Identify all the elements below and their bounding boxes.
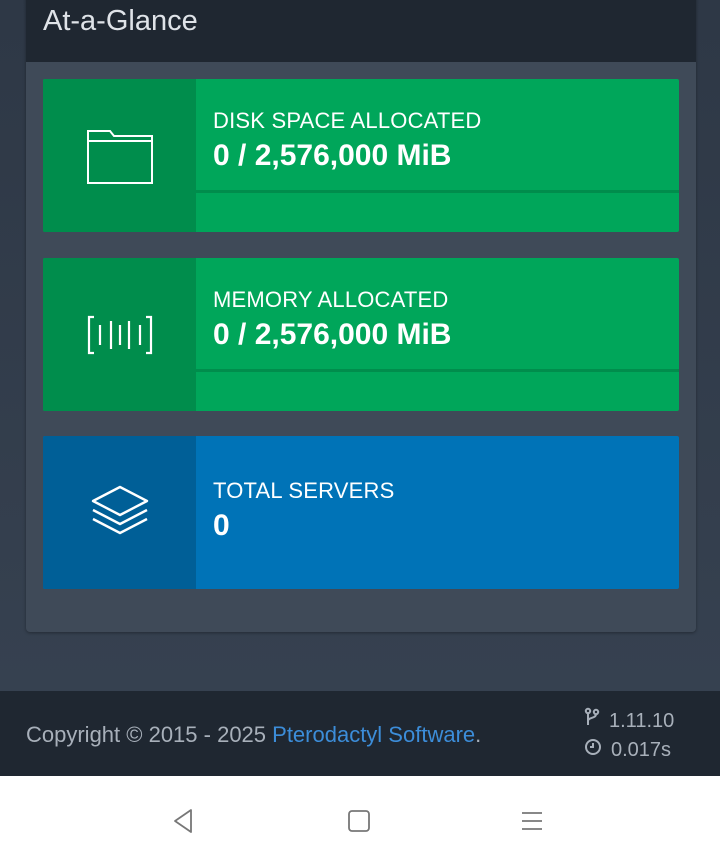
memory-icon (43, 258, 196, 411)
panel-title: At-a-Glance (43, 5, 198, 37)
code-branch-icon (584, 707, 609, 736)
disk-space-value: 0 / 2,576,000 MiB (213, 139, 452, 172)
android-navigation-bar (0, 776, 720, 864)
disk-space-text: DISK SPACE ALLOCATED 0 / 2,576,000 MiB (196, 79, 679, 232)
memory-value: 0 / 2,576,000 MiB (213, 318, 452, 351)
copyright-prefix: Copyright © 2015 - 2025 (26, 722, 273, 747)
copyright-text: Copyright © 2015 - 2025 Pterodactyl Soft… (26, 721, 481, 749)
memory-text: MEMORY ALLOCATED 0 / 2,576,000 MiB (196, 258, 679, 411)
at-a-glance-panel: At-a-Glance DISK SPACE ALLOCATED 0 / 2,5… (26, 0, 696, 632)
memory-progress (196, 369, 679, 372)
render-time-text: 0.017s (611, 739, 672, 761)
version-text: 1.11.10 (609, 710, 675, 732)
home-icon[interactable] (344, 806, 374, 836)
memory-label: MEMORY ALLOCATED (213, 287, 449, 312)
company-link[interactable]: Pterodactyl Software (272, 722, 475, 747)
layers-icon (43, 436, 196, 589)
total-servers-label: TOTAL SERVERS (213, 478, 395, 503)
copyright-suffix: . (475, 722, 482, 747)
disk-space-card: DISK SPACE ALLOCATED 0 / 2,576,000 MiB (43, 79, 679, 232)
clock-icon (584, 736, 611, 765)
content-area: At-a-Glance DISK SPACE ALLOCATED 0 / 2,5… (0, 0, 720, 691)
folder-icon (43, 79, 196, 232)
panel-header: At-a-Glance (26, 0, 696, 62)
total-servers-text: TOTAL SERVERS 0 (196, 436, 679, 589)
total-servers-value: 0 (213, 509, 230, 542)
total-servers-card: TOTAL SERVERS 0 (43, 436, 679, 589)
memory-card: MEMORY ALLOCATED 0 / 2,576,000 MiB (43, 258, 679, 411)
footer-meta: 1.11.10 0.017s (584, 707, 674, 765)
disk-space-label: DISK SPACE ALLOCATED (213, 108, 482, 133)
back-icon[interactable] (168, 806, 198, 836)
menu-icon[interactable] (517, 806, 547, 836)
version-row: 1.11.10 (584, 707, 674, 736)
footer: Copyright © 2015 - 2025 Pterodactyl Soft… (0, 691, 720, 776)
disk-space-progress (196, 190, 679, 193)
render-time-row: 0.017s (584, 736, 674, 765)
